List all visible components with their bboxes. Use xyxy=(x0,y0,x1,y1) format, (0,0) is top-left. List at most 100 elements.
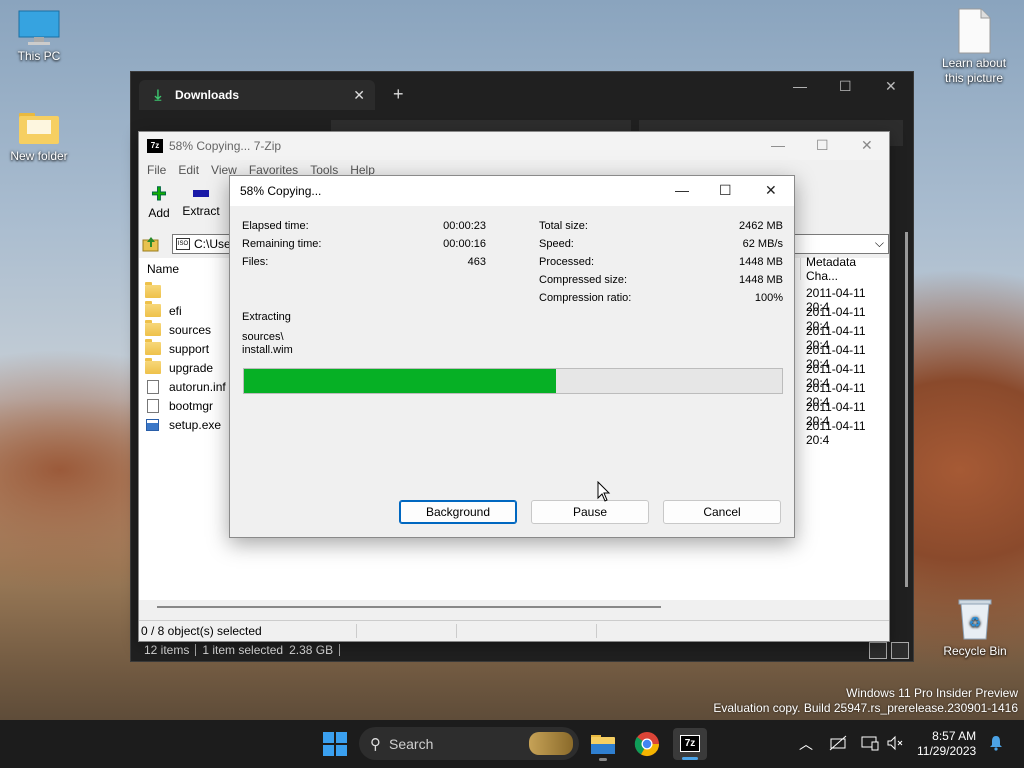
evaluation-watermark: Windows 11 Pro Insider Preview Evaluatio… xyxy=(713,686,1018,716)
list-item[interactable]: sources xyxy=(139,320,211,339)
details-view-icon[interactable] xyxy=(869,642,887,659)
list-item[interactable]: efi xyxy=(139,301,182,320)
total-size-value: 2462 MB xyxy=(738,220,783,232)
address-text: C:\Use xyxy=(194,237,231,251)
list-item-name: upgrade xyxy=(169,360,214,375)
stat-label: Total size: xyxy=(539,220,588,232)
minimize-icon[interactable]: — xyxy=(771,137,785,153)
elapsed-time-value: 00:00:23 xyxy=(443,220,486,232)
list-item[interactable]: bootmgr xyxy=(139,396,213,415)
watermark-line-1: Windows 11 Pro Insider Preview xyxy=(846,686,1018,700)
taskbar-search-box[interactable]: ⚲ Search xyxy=(359,727,579,760)
copy-progress-dialog[interactable]: 58% Copying... — ☐ ✕ Elapsed time: 00:00… xyxy=(229,175,795,538)
folder-icon xyxy=(145,320,161,336)
stat-label: Files: xyxy=(242,256,269,268)
close-tab-icon[interactable]: ✕ xyxy=(353,87,365,104)
desktop-icon-this-pc[interactable]: This PC xyxy=(0,10,79,64)
column-name[interactable]: Name xyxy=(147,258,179,280)
notification-bell-icon[interactable] xyxy=(988,735,1004,754)
tiles-view-icon[interactable] xyxy=(891,642,909,659)
chevron-down-icon: ⌵ xyxy=(874,236,884,250)
background-button[interactable]: Background xyxy=(399,500,517,524)
up-folder-icon[interactable] xyxy=(142,235,160,253)
list-item[interactable] xyxy=(139,282,169,301)
stat-label: Speed: xyxy=(539,238,574,250)
volume-muted-icon[interactable] xyxy=(886,735,904,754)
tab-downloads[interactable]: ⤓ Downloads ✕ xyxy=(139,80,375,110)
close-icon[interactable]: ✕ xyxy=(765,182,777,199)
maximize-icon[interactable]: ☐ xyxy=(839,78,852,95)
address-field[interactable]: ISO C:\Use xyxy=(172,234,232,254)
add-button[interactable]: + Add xyxy=(137,178,181,221)
folder-icon xyxy=(145,358,161,374)
remaining-time-value: 00:00:16 xyxy=(443,238,486,250)
minimize-icon[interactable]: — xyxy=(793,78,807,94)
taskbar: ⚲ Search 7z ︿ 8:57 AM 11/29/2023 xyxy=(0,720,1024,768)
desktop-icon-label: This PC xyxy=(17,49,61,63)
minimize-icon[interactable]: — xyxy=(675,182,689,198)
clock-time: 8:57 AM xyxy=(932,729,977,743)
maximize-icon[interactable]: ☐ xyxy=(816,137,829,154)
menu-file[interactable]: File xyxy=(147,163,166,177)
chrome-icon[interactable] xyxy=(630,728,664,760)
processed-value: 1448 MB xyxy=(738,256,783,268)
recycle-bin-icon: ♻ xyxy=(956,597,994,641)
status-cell xyxy=(457,624,597,638)
desktop-icon-new-folder[interactable]: New folder xyxy=(0,108,79,164)
list-item[interactable]: upgrade xyxy=(139,358,213,377)
address-dropdown[interactable]: ⌵ xyxy=(794,234,889,254)
horizontal-scrollbar[interactable] xyxy=(157,606,661,608)
desktop-icon-label: New folder xyxy=(10,149,68,163)
folder-icon xyxy=(145,282,161,298)
maximize-icon[interactable]: ☐ xyxy=(719,182,732,199)
selection-status: 0 / 8 object(s) selected xyxy=(139,624,357,638)
plus-icon: + xyxy=(151,178,167,208)
status-cell xyxy=(357,624,457,638)
network-icon[interactable] xyxy=(829,735,847,754)
cancel-button[interactable]: Cancel xyxy=(663,500,781,524)
close-icon[interactable]: ✕ xyxy=(885,78,897,95)
current-file: install.wim xyxy=(242,344,293,356)
list-item-name: setup.exe xyxy=(169,417,222,432)
list-item-name: support xyxy=(169,341,210,356)
search-highlight-icon xyxy=(529,732,573,755)
compressed-size-value: 1448 MB xyxy=(738,274,783,286)
pause-button[interactable]: Pause xyxy=(531,500,649,524)
folder-icon xyxy=(145,301,161,317)
list-item[interactable]: support xyxy=(139,339,209,358)
add-label: Add xyxy=(148,206,170,220)
close-icon[interactable]: ✕ xyxy=(861,137,873,154)
vertical-scrollbar[interactable] xyxy=(905,232,908,587)
display-icon[interactable] xyxy=(861,735,879,754)
monitor-icon xyxy=(18,10,60,46)
desktop-icon-recycle-bin[interactable]: ♻ Recycle Bin xyxy=(934,597,1016,659)
desktop-icon-label: Learn about this picture xyxy=(941,56,1007,85)
clock-date: 11/29/2023 xyxy=(917,744,977,758)
status-bar: 0 / 8 object(s) selected xyxy=(139,620,889,641)
minus-icon xyxy=(193,190,209,197)
clock[interactable]: 8:57 AM 11/29/2023 xyxy=(917,729,976,759)
file-explorer-icon[interactable] xyxy=(586,728,620,761)
column-metadata[interactable]: Metadata Cha... xyxy=(806,255,889,283)
stat-label: Elapsed time: xyxy=(242,220,309,232)
list-item-name: autorun.inf xyxy=(169,379,226,394)
windows-start-icon[interactable] xyxy=(318,728,352,760)
stat-label: Processed: xyxy=(539,256,595,268)
window-title: 58% Copying... 7-Zip xyxy=(169,139,282,153)
extract-button[interactable]: Extract xyxy=(179,182,223,218)
stat-label: Compression ratio: xyxy=(539,292,632,304)
progress-fill xyxy=(244,369,557,393)
operation-label: Extracting xyxy=(242,311,291,323)
7zip-icon[interactable]: 7z xyxy=(673,728,707,760)
chevron-up-icon[interactable]: ︿ xyxy=(799,734,813,754)
list-item[interactable]: setup.exe xyxy=(139,415,221,434)
desktop-icon-learn-about-picture[interactable]: Learn about this picture xyxy=(934,8,1014,86)
menu-edit[interactable]: Edit xyxy=(178,163,199,177)
progress-bar xyxy=(243,368,783,394)
list-item[interactable]: autorun.inf xyxy=(139,377,226,396)
extract-label: Extract xyxy=(182,204,220,218)
new-tab-button[interactable]: + xyxy=(393,84,404,105)
compression-ratio-value: 100% xyxy=(754,292,783,304)
file-icon xyxy=(957,8,991,54)
mouse-cursor-icon xyxy=(597,480,611,503)
